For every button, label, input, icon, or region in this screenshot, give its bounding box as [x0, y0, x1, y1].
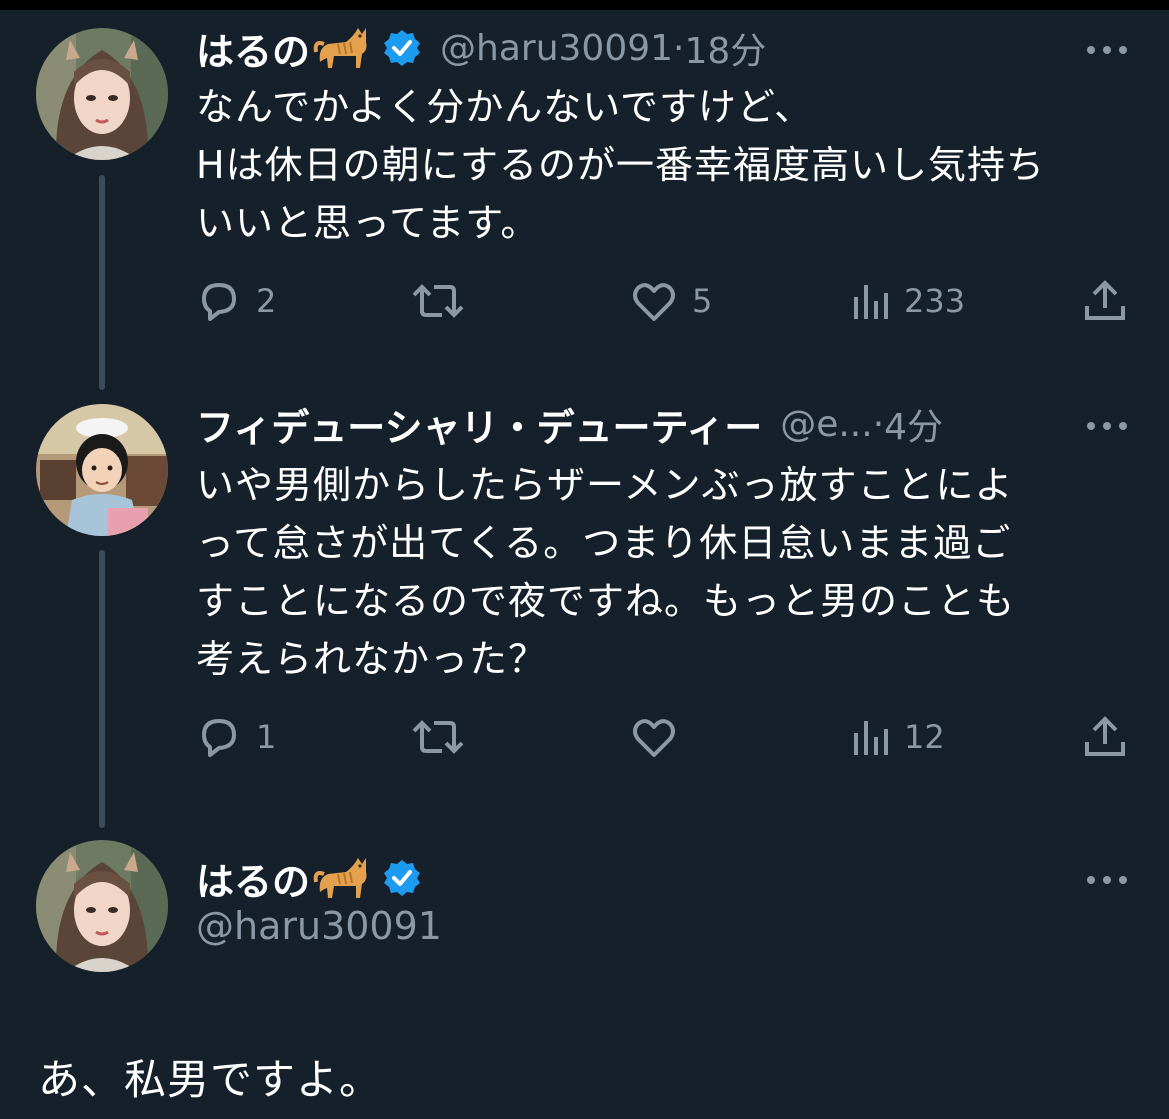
handle[interactable]: @haru30091	[196, 904, 442, 948]
retweet-button[interactable]	[412, 712, 478, 762]
handle[interactable]: @e...	[780, 404, 872, 445]
tweet-header: はるの @haru30091 · 18分	[196, 18, 766, 78]
share-button[interactable]	[1082, 712, 1128, 762]
more-options-icon[interactable]	[1084, 42, 1130, 56]
retweet-icon	[412, 720, 464, 754]
reply-count: 2	[256, 282, 277, 320]
verified-badge-icon[interactable]	[382, 858, 422, 898]
cat-icon	[312, 22, 370, 74]
heart-icon	[633, 283, 675, 321]
reply-button[interactable]: 1	[196, 712, 276, 762]
like-button[interactable]	[630, 712, 692, 762]
like-count: 5	[692, 282, 713, 320]
timestamp[interactable]: 4分	[884, 398, 943, 450]
handle[interactable]: @haru30091	[440, 28, 673, 69]
views-icon	[854, 721, 888, 755]
retweet-button[interactable]	[412, 276, 478, 326]
share-icon	[1085, 280, 1125, 320]
tweet-text: いや男側からしたらザーメンぶっ放すことによ って怠さが出てくる。つまり休日怠いま…	[196, 463, 1016, 681]
focused-tweet-text: あ、私男ですよ。	[38, 1055, 383, 1104]
avatar[interactable]	[36, 404, 168, 536]
reply-count: 1	[256, 718, 277, 756]
like-button[interactable]: 5	[630, 276, 712, 326]
separator-dot: ·	[872, 403, 885, 445]
display-name[interactable]: はるの	[196, 21, 310, 76]
views-button[interactable]: 12	[850, 712, 945, 762]
retweet-icon	[412, 284, 464, 318]
reply-icon	[202, 283, 236, 321]
display-name[interactable]: はるの	[196, 851, 310, 906]
cat-icon	[312, 852, 370, 904]
reply-button[interactable]: 2	[196, 276, 276, 326]
tweet-text: なんでかよく分かんないですけど、 Hは休日の朝にするのが一番幸福度高いし気持ち …	[196, 85, 1045, 245]
display-name[interactable]: フィデューシャリ・デューティー	[196, 397, 762, 452]
thread-line	[99, 550, 105, 828]
tweet-actions: 2 5 233	[196, 276, 1136, 326]
views-icon	[854, 285, 888, 319]
timestamp[interactable]: 18分	[684, 22, 766, 74]
reply-icon	[202, 719, 236, 757]
status-bar-edge	[0, 0, 1169, 10]
more-options-icon[interactable]	[1084, 418, 1130, 432]
avatar[interactable]	[36, 28, 168, 160]
avatar[interactable]	[36, 840, 168, 972]
verified-badge-icon[interactable]	[382, 28, 422, 68]
share-icon	[1085, 716, 1125, 756]
share-button[interactable]	[1082, 276, 1128, 326]
views-button[interactable]: 233	[850, 276, 965, 326]
tweet-header: フィデューシャリ・デューティー @e... · 4分	[196, 394, 943, 454]
heart-icon	[633, 719, 675, 757]
separator-dot: ·	[673, 27, 685, 69]
views-count: 12	[904, 718, 945, 756]
tweet-actions: 1 12	[196, 712, 1136, 762]
more-options-icon[interactable]	[1084, 872, 1130, 886]
thread-line	[99, 175, 105, 390]
focused-tweet-header: はるの	[196, 848, 422, 908]
views-count: 233	[904, 282, 966, 320]
